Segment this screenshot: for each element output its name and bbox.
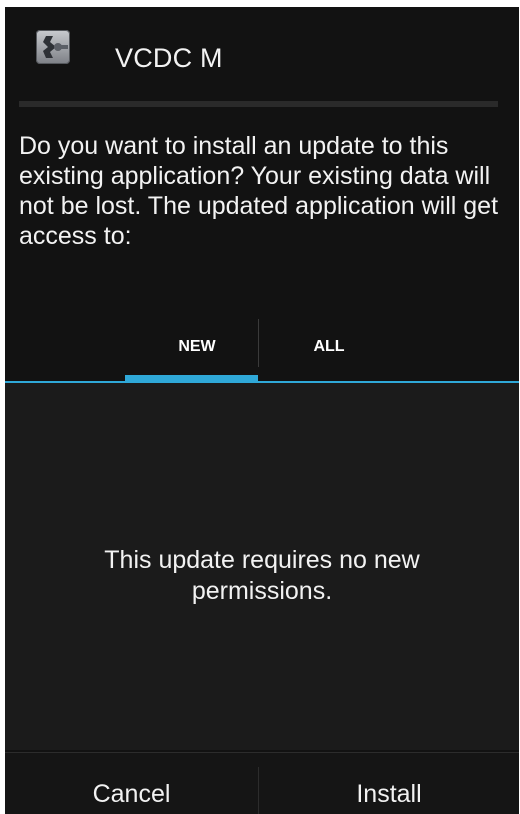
app-title: VCDC M xyxy=(115,43,223,73)
no-new-permissions-text: This update requires no new permissions. xyxy=(104,546,420,605)
cancel-button[interactable]: Cancel xyxy=(5,753,258,814)
tab-divider xyxy=(258,319,259,367)
install-message: Do you want to install an update to this… xyxy=(19,132,499,250)
dialog-header: VCDC M xyxy=(5,7,519,101)
button-bar: Cancel Install xyxy=(5,752,519,814)
header-divider xyxy=(19,101,498,107)
tab-new[interactable]: NEW xyxy=(155,327,239,375)
tab-all[interactable]: ALL xyxy=(307,327,351,375)
install-dialog: VCDC M Do you want to install an update … xyxy=(5,7,519,814)
app-wrench-icon xyxy=(36,30,70,64)
install-button[interactable]: Install xyxy=(259,753,519,814)
